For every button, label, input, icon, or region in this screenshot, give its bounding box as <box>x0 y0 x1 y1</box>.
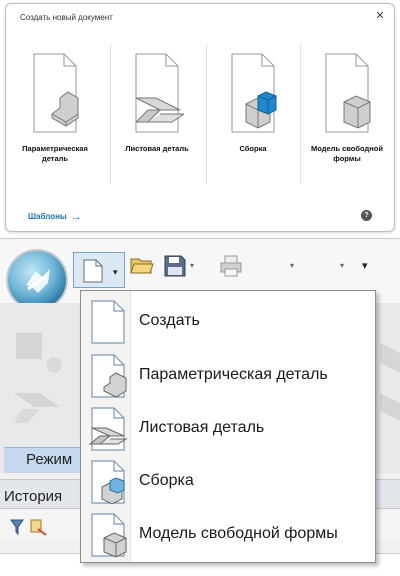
tile-label: Листовая деталь <box>125 144 189 153</box>
save-icon[interactable] <box>164 255 186 277</box>
tile-assembly[interactable]: Сборка <box>208 42 298 192</box>
templates-link-label: Шаблоны <box>28 212 67 221</box>
menu-item-parametric-part[interactable]: Параметрическая деталь <box>81 349 377 401</box>
ribbon-tools-icon <box>14 333 62 423</box>
tile-divider <box>110 44 111 184</box>
tile-divider <box>300 44 301 184</box>
menu-item-create[interactable]: Создать <box>81 295 377 347</box>
assembly-icon <box>231 53 277 133</box>
menu-item-label: Параметрическая деталь <box>139 366 328 383</box>
tree-options-icon[interactable] <box>30 519 48 537</box>
dialog-title: Создать новый документ <box>20 13 113 22</box>
tile-parametric-part[interactable]: Параметрическая деталь <box>10 42 100 192</box>
freeform-model-icon <box>325 53 371 133</box>
menu-item-assembly[interactable]: Сборка <box>81 455 377 507</box>
parametric-part-icon <box>91 354 127 398</box>
new-document-icon <box>91 300 125 344</box>
print-icon[interactable] <box>220 255 242 277</box>
ribbon-tools-icon <box>380 343 400 421</box>
tile-label: Модель свободной формы <box>311 144 383 163</box>
help-icon[interactable]: ? <box>361 210 372 221</box>
customize-toolbar-icon[interactable]: ▾ <box>362 259 368 272</box>
new-document-icon <box>83 259 103 283</box>
tile-divider <box>206 44 207 184</box>
filter-icon[interactable] <box>10 519 24 535</box>
chevron-down-icon[interactable]: ▾ <box>290 261 294 270</box>
tile-label: Параметрическая деталь <box>22 144 88 163</box>
document-type-tiles: Параметрическая деталь Листовая деталь С… <box>10 42 392 192</box>
app-logo-icon <box>26 269 50 293</box>
arrow-right-icon: → <box>70 211 82 223</box>
chevron-down-icon[interactable]: ▾ <box>340 261 344 270</box>
menu-item-label: Сборка <box>139 472 194 489</box>
sheet-part-icon <box>88 407 128 451</box>
menu-item-sheet-part[interactable]: Листовая деталь <box>81 402 377 454</box>
new-document-dialog: Создать новый документ ✕ Параметрическая… <box>5 3 395 232</box>
tile-label: Сборка <box>239 144 267 153</box>
menu-item-label: Листовая деталь <box>139 419 265 436</box>
history-panel-title: История <box>4 488 63 505</box>
app-logo[interactable] <box>6 249 68 311</box>
mode-tab-label[interactable]: Режим <box>26 451 72 468</box>
menu-item-label: Модель свободной формы <box>139 525 338 542</box>
menu-item-freeform-model[interactable]: Модель свободной формы <box>81 508 377 560</box>
chevron-down-icon[interactable]: ▾ <box>113 267 118 278</box>
tile-sheet-part[interactable]: Листовая деталь <box>112 42 202 192</box>
close-icon[interactable]: ✕ <box>374 10 386 22</box>
templates-link[interactable]: Шаблоны → <box>28 211 82 223</box>
sheet-part-icon <box>134 53 184 133</box>
new-document-split-button[interactable]: ▾ <box>73 252 125 288</box>
open-folder-icon[interactable] <box>130 255 154 275</box>
freeform-model-icon <box>91 513 127 558</box>
parametric-part-icon <box>33 53 79 133</box>
assembly-icon <box>91 460 125 505</box>
new-document-menu: Создать Параметрическая деталь Листовая … <box>80 290 376 563</box>
chevron-down-icon[interactable]: ▾ <box>190 261 194 270</box>
menu-item-label: Создать <box>139 312 200 329</box>
tile-freeform-model[interactable]: Модель свободной формы <box>302 42 392 192</box>
